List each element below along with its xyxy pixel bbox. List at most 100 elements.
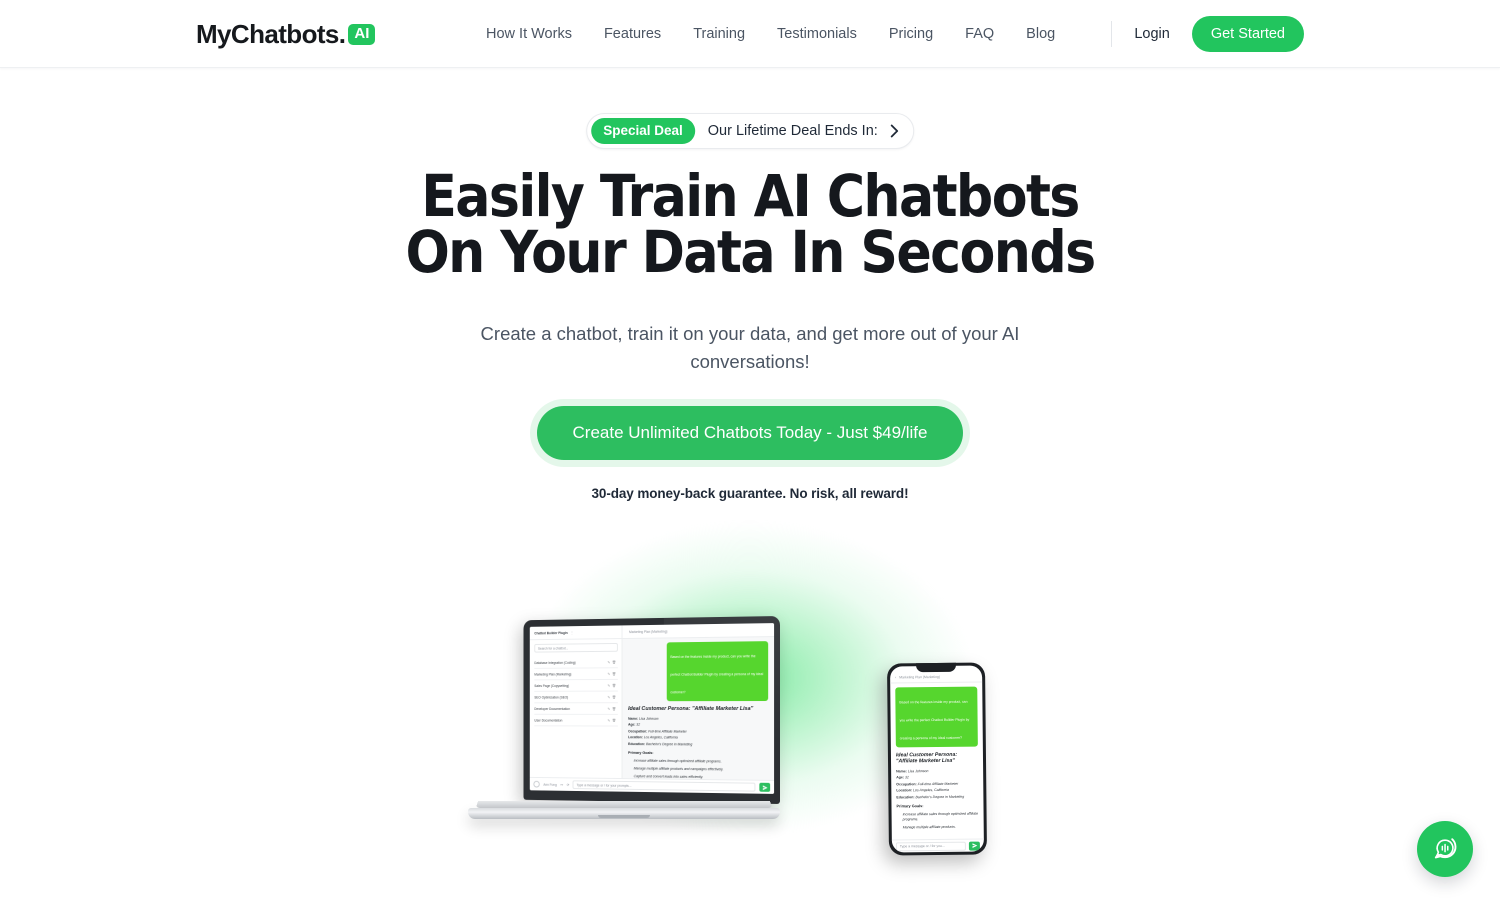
edit-icon[interactable]: ✎ [607, 695, 610, 699]
field-value: Bachelor's Degree in Marketing [645, 741, 693, 747]
field-key: Education: [628, 741, 646, 746]
persona-field: Education: Bachelor's Degree in Marketin… [896, 794, 978, 800]
laptop-keyboard-deck [475, 801, 773, 808]
sidebar-chatbot-item[interactable]: Database Integration (Coding) ✎ 🗑 [534, 656, 618, 669]
persona-field: Name: Lisa Johnson [896, 768, 978, 774]
user-message-text: Based on the features inside my product,… [899, 699, 970, 741]
field-value: Los Angeles, California [642, 735, 678, 740]
logo-ai-badge: AI [348, 23, 376, 45]
delete-icon[interactable]: 🗑 [612, 718, 616, 722]
nav-item-how-it-works[interactable]: How It Works [470, 24, 588, 44]
edit-icon[interactable]: ✎ [607, 718, 610, 722]
delete-icon[interactable]: 🗑 [612, 707, 616, 711]
sidebar-chatbot-item[interactable]: Sales Page (Copywriting) ✎ 🗑 [534, 679, 618, 692]
lifetime-deal-banner[interactable]: Special Deal Our Lifetime Deal Ends In: [586, 113, 914, 149]
app-menu-icon[interactable]: ⋮ [570, 630, 573, 634]
nav-item-pricing[interactable]: Pricing [873, 24, 949, 44]
message-input[interactable]: Type a message or / for you... [895, 841, 966, 851]
edit-icon[interactable]: ✎ [607, 683, 610, 687]
guarantee-text: 30-day money-back guarantee. No risk, al… [591, 486, 909, 501]
phone-back-icon[interactable]: ‹ [895, 675, 896, 679]
item-actions: ✎ 🗑 [607, 707, 616, 711]
app-sidebar: Search for a chatbot... Database Integra… [529, 639, 623, 779]
persona-field: Location: Los Angeles, California [628, 735, 768, 741]
send-icon[interactable] [968, 841, 980, 851]
phone-screen: ‹ Marketing Plan (Marketing) Based on th… [890, 665, 984, 853]
laptop-trackpad-notch [598, 815, 650, 818]
edit-icon[interactable]: ✎ [607, 672, 610, 676]
sidebar-item-label: Developer Documentation [534, 706, 570, 711]
sidebar-chatbot-item[interactable]: Marketing Plan (Marketing) ✎ 🗑 [534, 668, 618, 681]
field-value: Lisa Johnson [906, 768, 929, 774]
user-message-text: Based on the features inside my product,… [670, 654, 764, 695]
sidebar-chatbot-item[interactable]: Developer Documentation ✎ 🗑 [534, 703, 618, 715]
item-actions: ✎ 🗑 [607, 683, 616, 687]
field-value: 32 [903, 775, 909, 780]
login-link[interactable]: Login [1134, 26, 1169, 42]
field-key: Location: [896, 788, 913, 793]
phone-active-tab: Marketing Plan (Marketing) [899, 674, 941, 680]
laptop-foot [468, 808, 780, 819]
field-key: Occupation: [896, 782, 917, 787]
sidebar-item-label: User Documentation [534, 718, 563, 723]
goal-item: Manage multiple affiliate products. [902, 824, 956, 830]
field-key: Age: [628, 722, 636, 727]
deal-countdown-label: Our Lifetime Deal Ends In: [707, 123, 878, 139]
phone-conversation: Based on the features inside my product,… [890, 683, 984, 840]
field-value: Bachelor's Degree in Marketing [914, 794, 965, 800]
sidebar-chatbot-item[interactable]: User Documentation ✎ 🗑 [534, 714, 618, 727]
nav-item-blog[interactable]: Blog [1010, 24, 1071, 44]
field-key: Name: [628, 716, 639, 721]
main-nav: How It Works Features Training Testimoni… [470, 0, 1071, 68]
primary-cta-button[interactable]: Create Unlimited Chatbots Today - Just $… [536, 406, 964, 460]
special-deal-badge: Special Deal [591, 118, 695, 144]
sidebar-chatbot-item[interactable]: SEO Optimization (SEO) ✎ 🗑 [534, 691, 618, 704]
persona-field: Age: 32 [896, 775, 978, 781]
nav-item-features[interactable]: Features [588, 24, 677, 44]
user-message-bubble: Based on the features inside my product,… [666, 641, 769, 702]
sidebar-search-input[interactable]: Search for a chatbot... [534, 642, 618, 653]
field-value: Los Angeles, California [912, 788, 949, 793]
delete-icon[interactable]: 🗑 [612, 695, 616, 699]
edit-icon[interactable]: ✎ [607, 707, 610, 711]
item-actions: ✎ 🗑 [607, 672, 616, 676]
goal-item: Increase affiliate sales through optimiz… [902, 811, 979, 822]
phone-composer-bar: Type a message or / for you... [891, 838, 984, 853]
item-actions: ✎ 🗑 [607, 660, 616, 664]
delete-icon[interactable]: 🗑 [612, 660, 616, 664]
hero-cta-group: Create Unlimited Chatbots Today - Just $… [0, 406, 1500, 501]
field-key: Name: [896, 769, 907, 774]
get-started-button[interactable]: Get Started [1191, 16, 1304, 52]
goal-item: Increase affiliate sales through optimiz… [633, 758, 722, 764]
app-user-name: Ann Fong [543, 782, 557, 787]
refresh-icon[interactable]: ⟳ [567, 783, 570, 787]
site-header: MyChatbots. AI How It Works Features Tra… [0, 0, 1500, 68]
phone-notch [915, 662, 957, 673]
app-sidebar-title: Chatbot Builder Plugin [534, 630, 568, 635]
chat-voice-icon [1430, 833, 1460, 866]
nav-item-testimonials[interactable]: Testimonials [761, 24, 873, 44]
edit-icon[interactable]: ✎ [607, 660, 610, 664]
app-body: Search for a chatbot... Database Integra… [529, 637, 775, 780]
persona-field: Education: Bachelor's Degree in Marketin… [628, 742, 768, 748]
delete-icon[interactable]: 🗑 [612, 683, 616, 687]
persona-title: Ideal Customer Persona: "Affiliate Marke… [895, 751, 958, 765]
logo[interactable]: MyChatbots. AI [196, 18, 376, 50]
goals-heading: Primary Goals: [628, 750, 654, 755]
message-input[interactable]: Type a message or / for your prompts... [572, 780, 756, 792]
send-icon[interactable] [759, 782, 771, 792]
field-value: Lisa Johnson [638, 716, 659, 721]
delete-icon[interactable]: 🗑 [612, 672, 616, 676]
persona-field: Age: 32 [628, 723, 768, 728]
user-message-bubble: Based on the features inside my product,… [895, 686, 978, 748]
attach-icon[interactable]: ⚯ [560, 783, 563, 787]
goal-item: Manage multiple affiliate products and c… [633, 766, 724, 771]
persona-field: Occupation: Full-time Affiliate Marketer [896, 781, 978, 787]
nav-divider [1111, 21, 1113, 47]
app-active-tab[interactable]: Marketing Plan (Marketing) [629, 629, 667, 633]
chat-widget-button[interactable] [1417, 821, 1473, 877]
nav-item-faq[interactable]: FAQ [949, 24, 1010, 44]
nav-item-training[interactable]: Training [677, 24, 761, 44]
sidebar-search-placeholder: Search for a chatbot... [537, 645, 569, 651]
laptop-lid: Chatbot Builder Plugin ⋮ Marketing Plan … [523, 616, 780, 804]
